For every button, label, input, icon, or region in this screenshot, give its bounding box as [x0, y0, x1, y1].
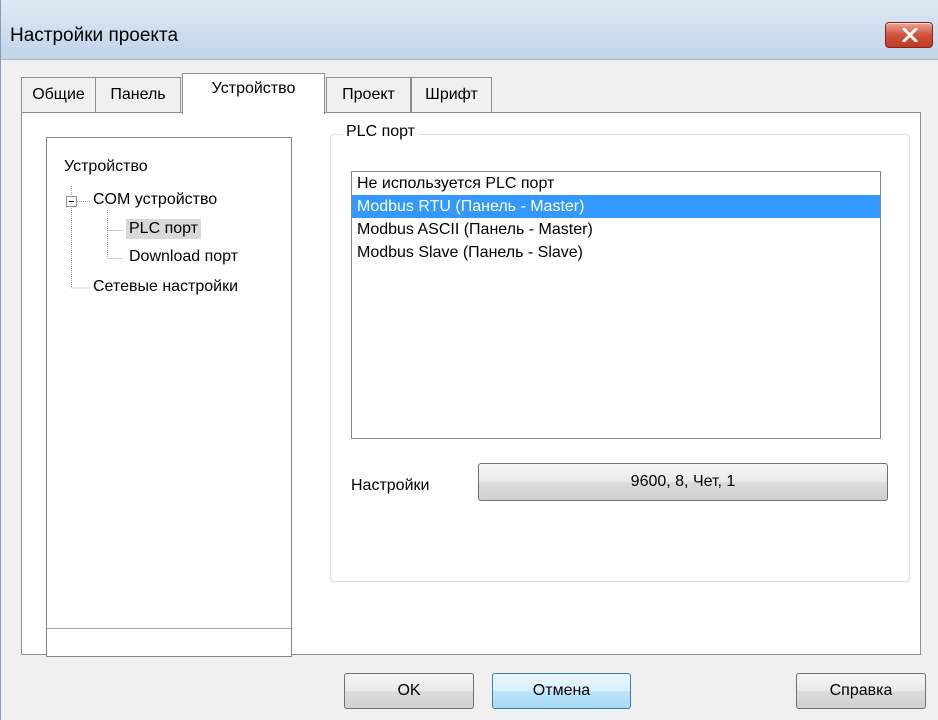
tree-item-network-settings[interactable]: Сетевые настройки: [90, 277, 241, 297]
protocol-option[interactable]: Modbus Slave (Панель - Slave): [352, 241, 880, 264]
window-title: Настройки проекта: [10, 25, 179, 46]
cancel-button[interactable]: Отмена: [492, 673, 631, 709]
port-settings-button[interactable]: 9600, 8, Чет, 1: [478, 463, 888, 501]
close-x-icon: [902, 28, 918, 42]
tab-panel[interactable]: Панель: [95, 77, 181, 112]
tab-font[interactable]: Шрифт: [411, 77, 492, 112]
ok-button[interactable]: OK: [344, 673, 474, 709]
project-settings-dialog: Настройки проекта Общие Панель Устройств…: [0, 0, 938, 720]
protocol-option[interactable]: Не используется PLC порт: [352, 172, 880, 195]
tab-label: Шрифт: [425, 86, 478, 103]
tab-label: Устройство: [211, 80, 296, 97]
device-tree[interactable]: Устройство COM устройство PLC порт Downl…: [46, 137, 292, 657]
tab-label: Проект: [342, 86, 395, 103]
protocol-listbox[interactable]: Не используется PLC порт Modbus RTU (Пан…: [351, 171, 881, 439]
tab-general[interactable]: Общие: [21, 77, 96, 112]
tree-item-download-port[interactable]: Download порт: [126, 247, 241, 267]
tab-strip: Общие Панель Устройство Проект Шрифт: [21, 73, 921, 114]
protocol-option-selected[interactable]: Modbus RTU (Панель - Master): [352, 195, 880, 218]
tree-item-plc-port[interactable]: PLC порт: [126, 219, 202, 239]
tab-panel-device: Устройство COM устройство PLC порт Downl…: [21, 112, 921, 657]
tree-item-device[interactable]: Устройство: [61, 157, 151, 177]
tree-divider: [47, 628, 291, 629]
minus-box-icon: [66, 196, 77, 207]
tab-label: Общие: [32, 86, 85, 103]
tab-project[interactable]: Проект: [326, 77, 411, 112]
tab-label: Панель: [110, 86, 166, 103]
help-button[interactable]: Справка: [796, 673, 926, 709]
protocol-option[interactable]: Modbus ASCII (Панель - Master): [352, 218, 880, 241]
settings-label: Настройки: [351, 477, 430, 494]
close-button[interactable]: [885, 22, 933, 48]
title-bar[interactable]: Настройки проекта: [1, 0, 938, 60]
tab-device[interactable]: Устройство: [182, 73, 325, 114]
tree-item-com-device[interactable]: COM устройство: [90, 190, 220, 210]
plc-port-group-label: PLC порт: [343, 123, 419, 141]
